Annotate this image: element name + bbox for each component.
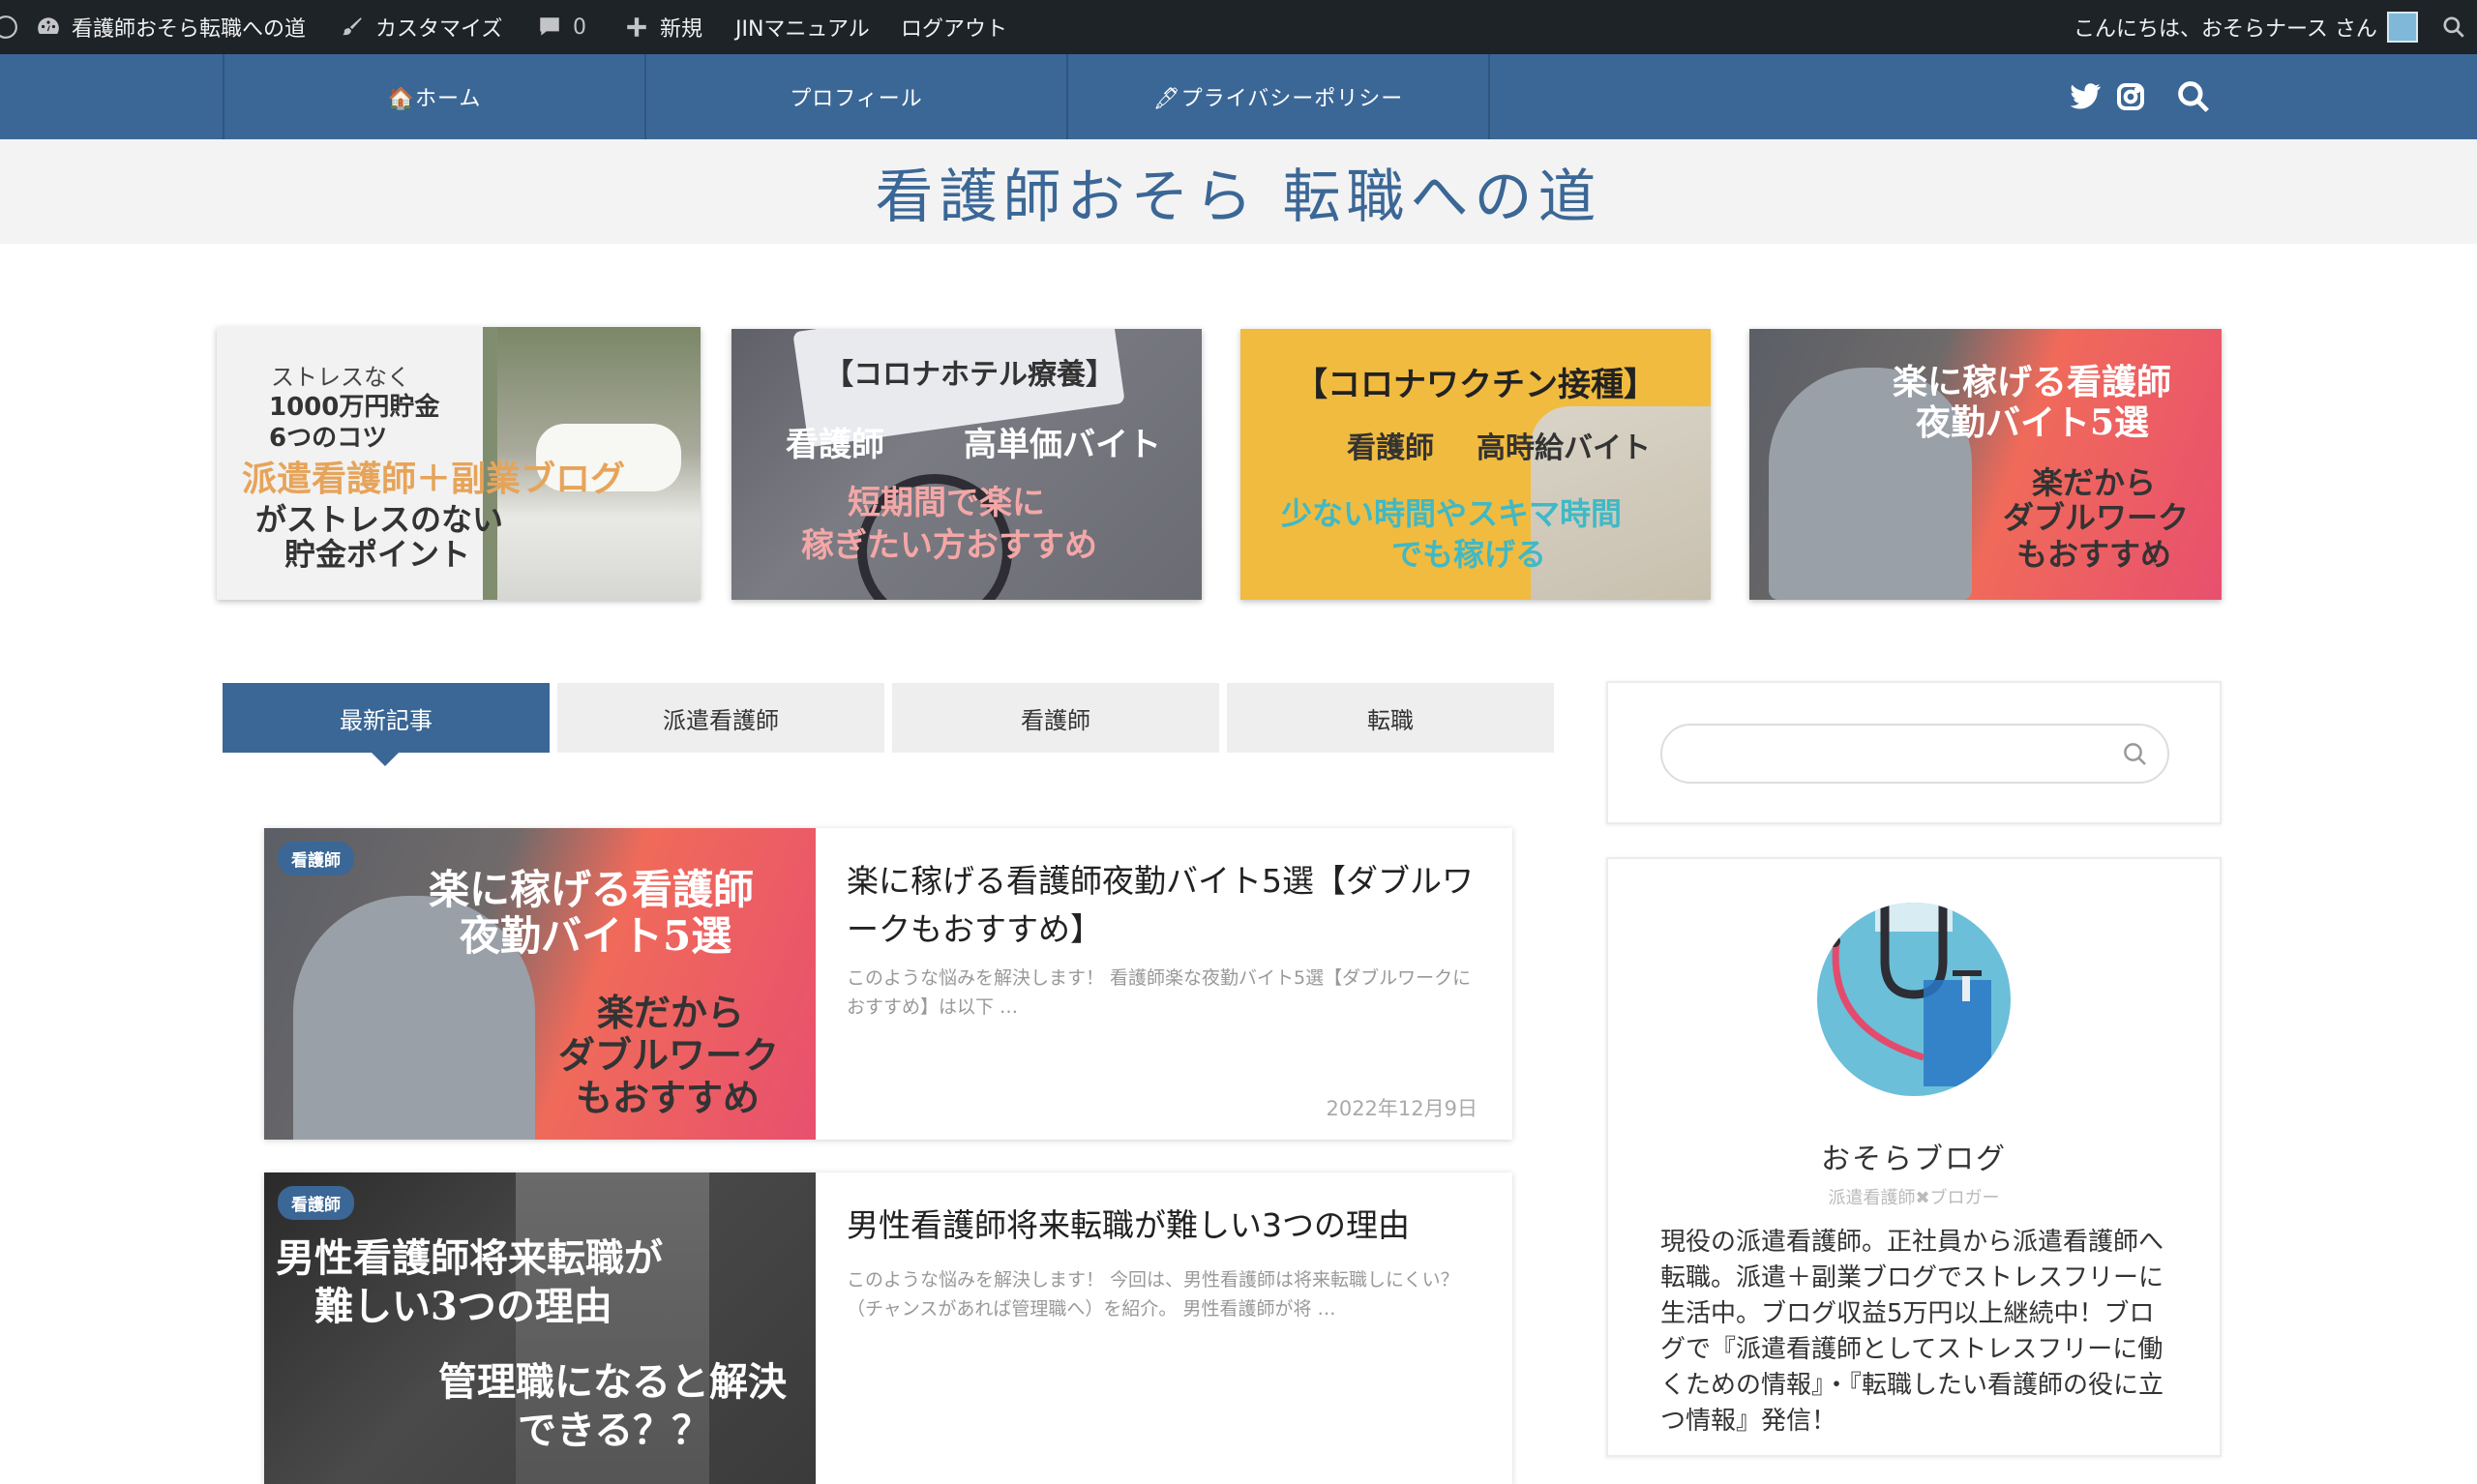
article-title[interactable]: 男性看護師将来転職が難しい3つの理由 <box>847 1202 1485 1250</box>
featured-banner-4[interactable]: 楽に稼げる看護師 夜勤バイト5選 楽だから ダブルワーク もおすすめ <box>1749 329 2222 600</box>
banner-3-line-2: 看護師 <box>1347 431 1434 465</box>
wp-admin-bar: 看護師おそら転職への道 カスタマイズ 0 新規 JINマニュアル ログアウト こ… <box>0 0 2477 54</box>
featured-banner-2[interactable]: 【コロナホテル療養】 看護師 高単価バイト 短期間で楽に 稼ぎたい方おすすめ <box>731 329 1202 600</box>
tab-haken[interactable]: 派遣看護師 <box>557 683 884 753</box>
avatar <box>2386 12 2418 43</box>
tab-latest[interactable]: 最新記事 <box>223 683 550 753</box>
article-card[interactable]: 楽に稼げる看護師 夜勤バイト5選 楽だから ダブルワーク もおすすめ 看護師 楽… <box>264 828 1512 1140</box>
category-badge[interactable]: 看護師 <box>278 842 354 876</box>
profile-bio: 現役の派遣看護師。正社員から派遣看護師へ転職。派遣＋副業ブログでストレスフリーに… <box>1660 1228 2164 1436</box>
nav-item-home-label: 🏠ホーム <box>387 87 482 111</box>
admin-logout-label: ログアウト <box>901 17 1008 42</box>
global-nav: 🏠ホーム プロフィール 🖋プライバシーポリシー <box>0 54 2477 139</box>
admin-greeting: こんにちは、おそらナース さん <box>2074 17 2377 42</box>
nav-item-privacy[interactable]: 🖋プライバシーポリシー <box>1066 54 1488 139</box>
thumb-1-line-2: 夜勤バイト5選 <box>460 912 732 960</box>
banner-2-line-5: 稼ぎたい方おすすめ <box>801 526 1097 565</box>
twitter-icon <box>2070 83 2101 109</box>
thumb-2-line-2: 難しい3つの理由 <box>314 1284 612 1329</box>
banner-2-line-3: 高単価バイト <box>964 426 1161 464</box>
banner-3-line-3: 高時給バイト <box>1477 431 1651 465</box>
category-badge[interactable]: 看護師 <box>278 1186 354 1220</box>
admin-comments-button[interactable]: 0 <box>536 0 586 54</box>
search-icon <box>2440 14 2467 41</box>
article-card[interactable]: 男性看護師将来転職が 難しい3つの理由 管理職になると解決 できる？？ 看護師 … <box>264 1172 1512 1484</box>
admin-search-button[interactable] <box>2440 0 2467 54</box>
site-header: 看護師おそら 転職への道 <box>0 139 2477 244</box>
banner-4-line-2: 夜勤バイト5選 <box>1916 402 2150 443</box>
article-excerpt: このような悩みを解決します！ 今回は、男性看護師は将来転職しにくい？（チャンスが… <box>847 1269 1459 1320</box>
active-tab-indicator <box>372 753 399 766</box>
admin-comments-count: 0 <box>573 15 586 40</box>
nav-instagram-button[interactable] <box>2115 54 2146 139</box>
tab-nurse[interactable]: 看護師 <box>892 683 1219 753</box>
tab-latest-label: 最新記事 <box>340 706 433 734</box>
nav-item-profile[interactable]: プロフィール <box>644 54 1066 139</box>
banner-1-line-3: 6つのコツ <box>269 424 388 453</box>
thumb-1-line-5: もおすすめ <box>576 1076 761 1119</box>
featured-banner-1[interactable]: ストレスなく 1000万円貯金 6つのコツ 派遣看護師＋副業ブログ がストレスの… <box>217 327 701 600</box>
sidebar-search-input[interactable] <box>1660 724 2169 784</box>
article-title[interactable]: 楽に稼げる看護師夜勤バイト5選【ダブルワークもおすすめ】 <box>847 857 1485 954</box>
nav-item-privacy-label: 🖋プライバシーポリシー <box>1152 87 1404 111</box>
article-excerpt: このような悩みを解決します！ 看護師楽な夜勤バイト5選【ダブルワークにおすすめ】… <box>847 967 1472 1018</box>
banner-2-line-1: 【コロナホテル療養】 <box>824 358 1115 392</box>
search-input[interactable] <box>1682 735 2107 772</box>
stethoscope-icon <box>1829 903 1991 1086</box>
tab-haken-label: 派遣看護師 <box>663 706 779 734</box>
tab-tenshoku[interactable]: 転職 <box>1227 683 1554 753</box>
banner-1-line-4: 派遣看護師＋副業ブログ <box>242 459 626 499</box>
thumb-2-line-4: できる？？ <box>518 1408 711 1453</box>
admin-site-name-button[interactable]: 看護師おそら転職への道 <box>35 0 306 54</box>
sidebar-search-widget <box>1606 681 2222 824</box>
admin-account-menu[interactable]: こんにちは、おそらナース さん <box>2074 0 2418 54</box>
profile-name: おそらブログ <box>1821 1143 2007 1176</box>
admin-manual-label: JINマニュアル <box>735 17 870 42</box>
nav-divider <box>1488 54 1490 139</box>
article-thumbnail[interactable]: 男性看護師将来転職が 難しい3つの理由 管理職になると解決 できる？？ 看護師 <box>264 1172 816 1484</box>
article-thumbnail[interactable]: 楽に稼げる看護師 夜勤バイト5選 楽だから ダブルワーク もおすすめ 看護師 <box>264 828 816 1140</box>
site-title[interactable]: 看護師おそら 転職への道 <box>875 150 1601 234</box>
profile-role: 派遣看護師✖ブロガー <box>1828 1188 2000 1208</box>
banner-3-line-1: 【コロナワクチン接種】 <box>1295 366 1656 404</box>
plus-icon <box>623 14 650 41</box>
featured-banner-3[interactable]: 【コロナワクチン接種】 看護師 高時給バイト 少ない時間やスキマ時間 でも稼げる <box>1240 329 1711 600</box>
admin-logout-link[interactable]: ログアウト <box>901 0 1007 54</box>
search-icon <box>2178 81 2209 112</box>
nav-item-profile-label: プロフィール <box>790 87 923 111</box>
comment-icon <box>536 14 563 41</box>
nav-search-button[interactable] <box>2175 54 2212 139</box>
admin-new-button[interactable]: 新規 <box>623 0 702 54</box>
brush-icon <box>339 14 366 41</box>
admin-site-name-label: 看護師おそら転職への道 <box>72 17 307 42</box>
banner-4-line-5: もおすすめ <box>2016 536 2172 573</box>
wp-logo-button[interactable] <box>0 0 19 54</box>
search-icon[interactable] <box>2121 740 2150 769</box>
instagram-icon <box>2117 83 2144 110</box>
dashboard-icon <box>35 14 62 41</box>
sidebar-profile-widget: おそらブログ 派遣看護師✖ブロガー 現役の派遣看護師。正社員から派遣看護師へ転職… <box>1606 857 2222 1457</box>
admin-new-label: 新規 <box>660 17 703 42</box>
admin-manual-link[interactable]: JINマニュアル <box>735 0 870 54</box>
article-date: 2022年12月9日 <box>1326 1097 1477 1120</box>
profile-avatar <box>1817 903 2011 1096</box>
banner-1-line-6: 貯金ポイント <box>284 536 471 573</box>
nav-item-home[interactable]: 🏠ホーム <box>223 54 644 139</box>
banner-2-line-2: 看護師 <box>786 426 884 464</box>
nav-twitter-button[interactable] <box>2069 54 2102 139</box>
banner-3-line-5: でも稼げる <box>1391 536 1547 573</box>
tab-nurse-label: 看護師 <box>1021 706 1090 734</box>
wordpress-icon <box>0 14 19 41</box>
banner-3-line-4: 少ない時間やスキマ時間 <box>1281 495 1623 532</box>
admin-customize-button[interactable]: カスタマイズ <box>339 0 502 54</box>
admin-customize-label: カスタマイズ <box>375 17 503 42</box>
banner-2-line-4: 短期間で楽に <box>848 484 1045 522</box>
tab-tenshoku-label: 転職 <box>1367 706 1414 734</box>
